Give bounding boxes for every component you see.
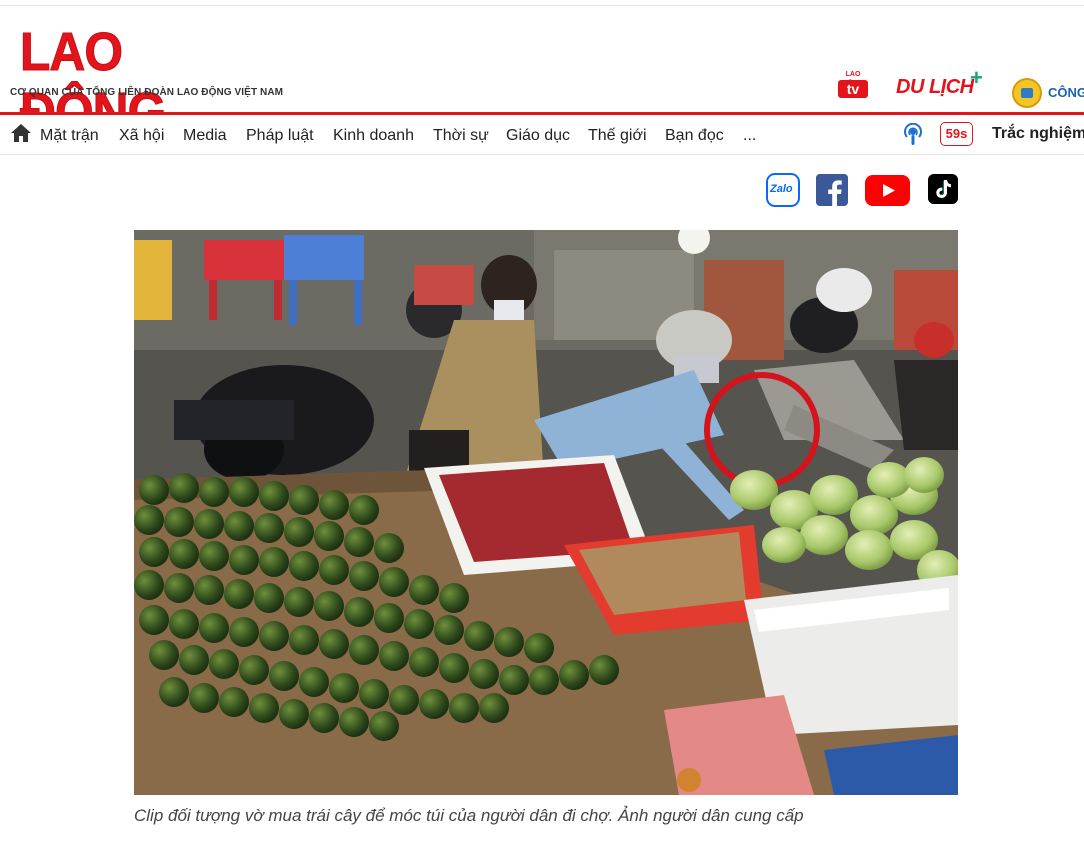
nav-item-giao-duc[interactable]: Giáo dục (506, 127, 570, 145)
plus-icon: + (970, 65, 983, 90)
nav-item-xa-hoi[interactable]: Xã hội (119, 127, 164, 145)
nav-more-button[interactable]: ... (743, 127, 756, 145)
nav-item-mat-tran[interactable]: Mặt trận (40, 127, 99, 145)
youtube-icon[interactable] (865, 175, 910, 206)
laodong-tv-link[interactable]: LAO ĐỘNG tv (836, 70, 870, 100)
dulich-label: DU LỊCH (896, 76, 974, 98)
site-tagline: CƠ QUAN CỦA TỔNG LIÊN ĐOÀN LAO ĐỘNG VIỆT… (10, 87, 284, 98)
tv-brand-top: LAO ĐỘNG (843, 71, 864, 88)
site-logo[interactable]: LAO ĐỘNG (20, 22, 280, 143)
article-photo (134, 230, 958, 795)
zalo-icon[interactable]: Zalo (766, 173, 800, 207)
nav-item-phap-luat[interactable]: Pháp luật (246, 127, 314, 145)
nav-item-media[interactable]: Media (183, 127, 227, 145)
nav-item-kinh-doanh[interactable]: Kinh doanh (333, 127, 414, 145)
home-icon[interactable] (10, 123, 32, 143)
union-emblem-icon (1012, 78, 1042, 108)
tiktok-icon[interactable] (928, 174, 958, 204)
nav-item-trac-nghiem[interactable]: Trắc nghiệm (992, 125, 1084, 143)
market-scene-image (134, 230, 958, 795)
podcast-icon[interactable] (902, 123, 924, 147)
dulich-link[interactable]: DU LỊCH + (896, 67, 983, 104)
facebook-icon[interactable] (816, 174, 848, 206)
zalo-label: Zalo (770, 183, 793, 195)
nav-item-ban-doc[interactable]: Bạn đọc (665, 127, 724, 145)
tv-brand-label: tv (838, 80, 868, 98)
nav-item-the-gioi[interactable]: Thế giới (588, 127, 647, 145)
main-nav: Mặt trận Xã hội Media Pháp luật Kinh doa… (0, 115, 1084, 155)
site-header: LAO ĐỘNG CƠ QUAN CỦA TỔNG LIÊN ĐOÀN LAO … (0, 6, 1084, 143)
nav-item-thoi-su[interactable]: Thời sự (433, 127, 489, 145)
congdoan-label: CÔNG (1048, 85, 1084, 100)
photo-caption: Clip đối tượng vờ mua trái cây để móc tú… (134, 806, 804, 825)
video-59s-badge[interactable]: 59s (940, 122, 973, 146)
